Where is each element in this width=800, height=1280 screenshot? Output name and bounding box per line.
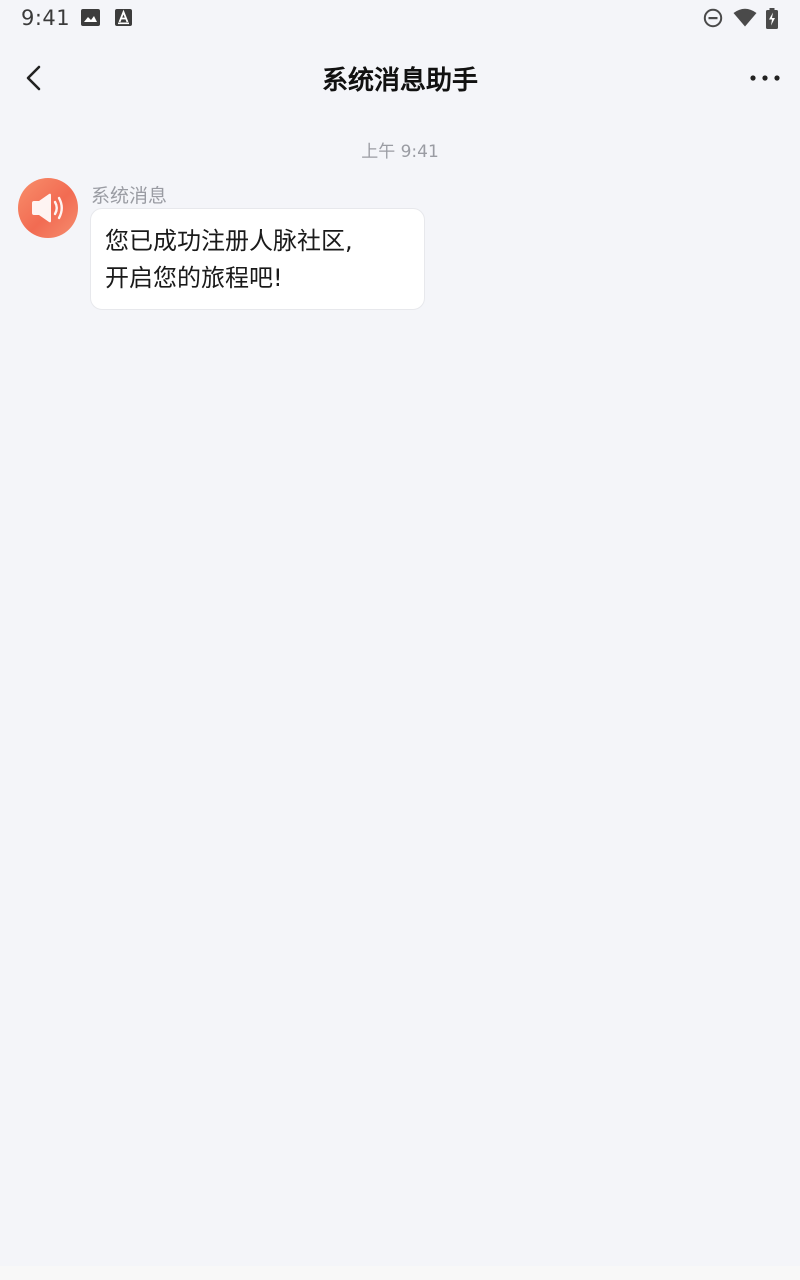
nav-bar: 系统消息助手 (0, 46, 800, 112)
font-a-icon (115, 9, 132, 26)
do-not-disturb-icon (703, 8, 723, 28)
more-button[interactable] (748, 66, 782, 90)
page-title: 系统消息助手 (321, 66, 478, 96)
status-time: 9:41 (21, 6, 71, 30)
status-bar: 9:41 (0, 0, 800, 38)
more-horizontal-icon (750, 75, 780, 81)
message-bubble[interactable]: 您已成功注册人脉社区, 开启您的旅程吧! (90, 208, 425, 310)
image-icon (81, 9, 100, 26)
bottom-bar (0, 1266, 800, 1280)
speaker-icon (32, 193, 63, 223)
message-text-line: 您已成功注册人脉社区, (105, 227, 353, 255)
wifi-icon (733, 8, 757, 27)
sender-name: 系统消息 (91, 185, 168, 207)
message-timestamp: 上午 9:41 (361, 142, 439, 162)
message-text-line: 开启您的旅程吧! (105, 264, 283, 292)
avatar[interactable] (18, 178, 78, 238)
battery-charging-icon (766, 8, 778, 29)
